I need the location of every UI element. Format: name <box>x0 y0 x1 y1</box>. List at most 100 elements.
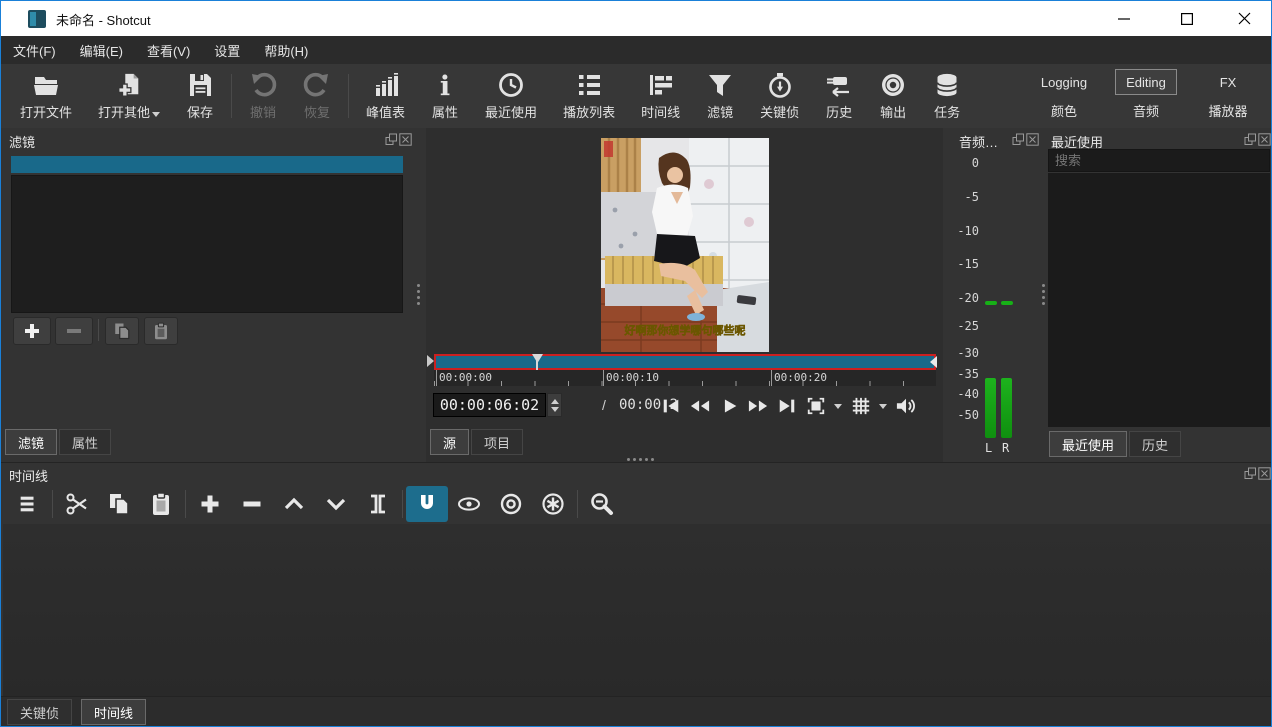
timeline-panel-close-button[interactable] <box>1258 467 1271 480</box>
titlebar[interactable]: 未命名 - Shotcut <box>1 1 1271 36</box>
play-button[interactable] <box>714 393 743 419</box>
timeline-zoom-out-button[interactable] <box>581 486 623 522</box>
layout-editing-button[interactable]: Editing <box>1115 69 1177 95</box>
skip-start-button[interactable] <box>656 393 685 419</box>
ripple-delete-button[interactable] <box>231 486 273 522</box>
time-ruler[interactable]: 00:00:00 00:00:10 00:00:20 <box>434 370 936 386</box>
menu-edit[interactable]: 编辑(E) <box>68 36 135 64</box>
recent-panel-close-button[interactable] <box>1258 133 1271 146</box>
time-spinner[interactable] <box>547 393 562 417</box>
close-button[interactable] <box>1221 1 1267 36</box>
tab-recent[interactable]: 最近使用 <box>1049 431 1127 457</box>
recent-button[interactable]: 最近使用 <box>472 66 550 126</box>
tab-properties[interactable]: 属性 <box>59 429 111 455</box>
tab-source[interactable]: 源 <box>430 429 469 455</box>
cut-button[interactable] <box>56 486 98 522</box>
menu-settings[interactable]: 设置 <box>202 36 252 64</box>
copy-filters-button[interactable] <box>105 317 139 345</box>
layout-logging-button[interactable]: Logging <box>1023 68 1105 96</box>
layout-player-button[interactable]: 播放器 <box>1187 96 1269 124</box>
snap-toggle-button[interactable] <box>406 486 448 522</box>
export-button[interactable]: 输出 <box>866 66 920 126</box>
recent-list[interactable] <box>1048 173 1270 427</box>
layout-fx-button[interactable]: FX <box>1187 68 1269 96</box>
open-other-button[interactable]: 打开其他 <box>85 66 173 126</box>
zoom-mode-dropdown[interactable] <box>830 393 846 419</box>
remove-filter-button[interactable] <box>55 317 93 345</box>
volume-button[interactable] <box>891 393 920 419</box>
close-box-icon <box>399 133 412 146</box>
skip-end-button[interactable] <box>772 393 801 419</box>
audio-panel-close-button[interactable] <box>1026 133 1039 146</box>
timeline-tracks-area[interactable] <box>3 524 1271 696</box>
splitter-audio-recent[interactable] <box>1042 284 1045 305</box>
save-icon <box>186 71 214 99</box>
level-bar-left <box>985 378 996 438</box>
in-point-marker[interactable] <box>427 355 434 367</box>
menu-view[interactable]: 查看(V) <box>135 36 202 64</box>
history-button[interactable]: 历史 <box>812 66 866 126</box>
timeline-panel-float-button[interactable] <box>1244 467 1257 480</box>
timeline-toggle-button[interactable]: 时间线 <box>628 66 693 126</box>
scissors-icon <box>65 492 89 516</box>
menu-help[interactable]: 帮助(H) <box>252 36 320 64</box>
minimize-button[interactable] <box>1101 1 1147 36</box>
append-button[interactable] <box>189 486 231 522</box>
grid-dropdown[interactable] <box>875 393 891 419</box>
overwrite-button[interactable] <box>315 486 357 522</box>
playlist-button[interactable]: 播放列表 <box>550 66 628 126</box>
filters-list[interactable] <box>11 175 403 313</box>
scrub-while-dragging-button[interactable] <box>448 486 490 522</box>
peak-indicator-left <box>985 301 997 305</box>
lift-button[interactable] <box>273 486 315 522</box>
recent-search-input[interactable] <box>1048 149 1270 172</box>
ruler-major-tick <box>771 370 772 386</box>
splitter-player-timeline[interactable] <box>627 458 654 461</box>
split-button[interactable] <box>357 486 399 522</box>
peak-meter-button[interactable]: 峰值表 <box>353 66 418 126</box>
open-file-button[interactable]: 打开文件 <box>7 66 85 126</box>
rewind-button[interactable] <box>685 393 714 419</box>
recent-panel-float-button[interactable] <box>1244 133 1257 146</box>
ripple-all-tracks-button[interactable] <box>532 486 574 522</box>
tab-filters[interactable]: 滤镜 <box>5 429 57 455</box>
tab-project[interactable]: 项目 <box>471 429 523 455</box>
splitter-filters-player[interactable] <box>417 284 420 305</box>
keyframes-button[interactable]: 关键侦 <box>747 66 812 126</box>
filters-panel-float-button[interactable] <box>385 133 398 146</box>
redo-button[interactable]: 恢复 <box>290 66 344 126</box>
current-time-field[interactable] <box>433 393 546 417</box>
copy-button[interactable] <box>98 486 140 522</box>
add-filter-button[interactable] <box>13 317 51 345</box>
tab-keyframes[interactable]: 关键侦 <box>7 699 72 725</box>
fast-forward-icon <box>747 396 769 416</box>
tab-history[interactable]: 历史 <box>1129 431 1181 457</box>
layout-color-button[interactable]: 颜色 <box>1023 96 1105 124</box>
properties-button[interactable]: i 属性 <box>418 66 472 126</box>
jobs-button[interactable]: 任务 <box>920 66 974 126</box>
tab-timeline[interactable]: 时间线 <box>81 699 146 725</box>
audio-panel-float-button[interactable] <box>1012 133 1025 146</box>
paste-filters-button[interactable] <box>144 317 178 345</box>
timeline-menu-button[interactable] <box>7 486 49 522</box>
chevron-down-icon <box>324 492 348 516</box>
menu-file[interactable]: 文件(F) <box>1 36 68 64</box>
ripple-toggle-button[interactable] <box>490 486 532 522</box>
scale--50: -50 <box>951 408 979 422</box>
zoom-mode-button[interactable] <box>801 393 830 419</box>
paste-button[interactable] <box>140 486 182 522</box>
maximize-button[interactable] <box>1164 1 1210 36</box>
undo-button[interactable]: 撤销 <box>236 66 290 126</box>
timeline-panel-title: 时间线 <box>9 466 48 485</box>
filters-panel-close-button[interactable] <box>399 133 412 146</box>
layout-audio-button[interactable]: 音频 <box>1105 96 1187 124</box>
filters-panel-title: 滤镜 <box>9 132 35 151</box>
save-button[interactable]: 保存 <box>173 66 227 126</box>
eye-icon <box>456 492 482 516</box>
grid-button[interactable] <box>846 393 875 419</box>
fast-forward-button[interactable] <box>743 393 772 419</box>
filters-selected-clip-bar[interactable] <box>11 156 403 173</box>
out-point-marker[interactable] <box>930 356 937 368</box>
scrubber-bar[interactable] <box>434 354 936 370</box>
filters-button[interactable]: 滤镜 <box>693 66 747 126</box>
